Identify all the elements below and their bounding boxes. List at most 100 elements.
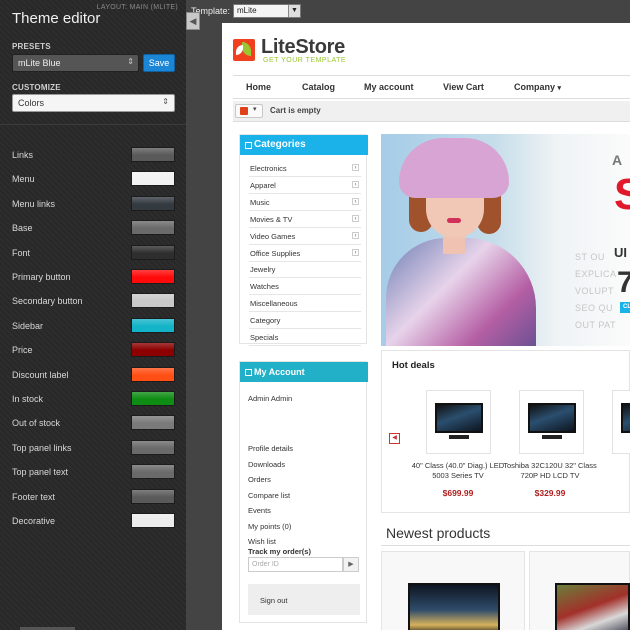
product-name[interactable]: 40" Class (40.0" Diag.) LED 5003 Series … xyxy=(410,461,506,481)
product-name[interactable]: Toshiba 32C120U 32" Class 720P HD LCD TV xyxy=(502,461,598,481)
account-link[interactable]: Compare list xyxy=(248,491,290,500)
banner-faint-line: OUT PAT xyxy=(575,320,617,330)
category-item[interactable]: Category xyxy=(249,312,361,330)
color-swatch[interactable] xyxy=(131,244,175,260)
category-item[interactable]: Jewelry xyxy=(249,261,361,279)
shopping-bag-icon xyxy=(240,107,248,115)
tv-icon xyxy=(435,403,483,433)
template-select[interactable]: mLite ▼ xyxy=(233,4,301,18)
promo-banner[interactable]: A S ST OU EXPLICA VOLUPT SEO QU OUT PAT UI 7… xyxy=(381,134,630,346)
hot-deals-title: Hot deals xyxy=(392,360,435,371)
color-option-row: Links xyxy=(0,147,186,165)
cart-bar: ▾ Cart is empty xyxy=(233,101,630,122)
color-swatch[interactable] xyxy=(131,342,175,358)
collapse-panel-button[interactable]: ◀ xyxy=(186,12,200,30)
order-go-button[interactable]: ▶ xyxy=(343,557,359,572)
category-item[interactable]: Apparel › xyxy=(249,177,361,194)
color-option-row: Secondary button xyxy=(0,293,186,311)
color-option-label: Decorative xyxy=(12,516,56,526)
category-label: Video Games xyxy=(250,231,296,241)
sign-out-button[interactable]: Sign out xyxy=(248,584,360,615)
banner-cta-button[interactable]: CL xyxy=(620,302,630,313)
cart-button[interactable]: ▾ xyxy=(235,104,263,118)
product-image[interactable] xyxy=(426,390,491,454)
carousel-prev-button[interactable]: ◀ xyxy=(389,433,400,444)
color-swatch[interactable] xyxy=(131,366,175,382)
color-option-label: Sidebar xyxy=(12,320,44,331)
category-item[interactable]: Movies & TV › xyxy=(249,211,361,228)
color-option-row: Footer text xyxy=(0,488,186,507)
category-item[interactable]: Office Supplies › xyxy=(249,245,361,262)
banner-text: A xyxy=(612,152,623,168)
nav-view-cart[interactable]: View Cart xyxy=(443,82,484,92)
chevron-right-icon: › xyxy=(352,231,359,239)
play-arrow-icon: ▶ xyxy=(348,561,354,568)
preset-select[interactable]: mLite Blue ⇕ xyxy=(12,54,139,72)
color-option-row: Top panel links xyxy=(0,439,186,458)
color-swatch[interactable] xyxy=(131,464,175,480)
save-button[interactable]: Save xyxy=(143,54,175,72)
customize-select[interactable]: Colors ⇕ xyxy=(12,94,175,112)
account-link[interactable]: Profile details xyxy=(248,444,293,453)
presets-label: PRESETS xyxy=(12,42,51,51)
color-swatch[interactable] xyxy=(131,147,175,162)
nav-my-account[interactable]: My account xyxy=(364,82,414,92)
banner-faint-line: VOLUPT xyxy=(575,286,615,296)
preset-value: mLite Blue xyxy=(18,58,61,68)
color-option-row: Top panel text xyxy=(0,464,186,482)
nav-home[interactable]: Home xyxy=(246,82,271,92)
order-id-input[interactable]: Order ID xyxy=(248,557,343,572)
color-swatch[interactable] xyxy=(131,293,175,309)
color-option-label: Price xyxy=(12,345,33,356)
category-item[interactable]: Watches xyxy=(249,278,361,296)
category-label: Music xyxy=(250,197,270,207)
section-divider xyxy=(381,545,630,546)
account-link[interactable]: Events xyxy=(248,506,271,515)
account-link[interactable]: My points (0) xyxy=(248,522,291,531)
color-swatch[interactable] xyxy=(131,220,175,236)
color-option-label: Footer text xyxy=(12,491,56,502)
nav-company[interactable]: Company ▾ xyxy=(514,82,561,92)
product-image[interactable] xyxy=(519,390,584,454)
category-item[interactable]: Miscellaneous xyxy=(249,295,361,313)
account-link[interactable]: Wish list xyxy=(248,537,276,546)
hot-deals-box: Hot deals ◀ 40" Class (40.0" Diag.) LED … xyxy=(381,350,630,513)
product-name[interactable]: X xyxy=(601,461,630,471)
color-swatch[interactable] xyxy=(131,195,175,211)
customize-label: CUSTOMIZE xyxy=(12,83,61,92)
color-swatch[interactable] xyxy=(131,391,175,406)
store-name[interactable]: LiteStore xyxy=(261,36,345,59)
banner-model-lips xyxy=(447,218,461,223)
color-swatch[interactable] xyxy=(131,488,175,504)
color-swatch[interactable] xyxy=(131,317,175,333)
product-image[interactable] xyxy=(612,390,630,454)
color-option-label: Top panel text xyxy=(12,467,69,478)
color-swatch[interactable] xyxy=(131,415,175,431)
account-link[interactable]: Orders xyxy=(248,475,271,484)
category-item[interactable]: Music › xyxy=(249,194,361,211)
template-value: mLite xyxy=(237,6,257,15)
tv-icon xyxy=(621,403,630,433)
track-order-label: Track my order(s) xyxy=(248,547,311,556)
color-swatch[interactable] xyxy=(131,269,175,284)
category-item[interactable]: Electronics › xyxy=(249,160,361,177)
color-option-row: Menu xyxy=(0,171,186,189)
category-label: Watches xyxy=(250,282,279,292)
color-option-label: In stock xyxy=(12,394,44,404)
color-swatch[interactable] xyxy=(131,513,175,528)
color-swatch[interactable] xyxy=(131,171,175,187)
account-link[interactable]: Downloads xyxy=(248,460,285,469)
banner-model-hat xyxy=(399,138,509,198)
color-swatch[interactable] xyxy=(131,439,175,455)
color-option-row: Menu links xyxy=(0,195,186,214)
editor-title: Theme editor xyxy=(12,10,101,27)
tv-icon xyxy=(528,403,576,433)
category-item[interactable]: Specials xyxy=(249,329,361,346)
logo-icon[interactable] xyxy=(233,39,255,61)
color-option-label: Menu links xyxy=(12,198,56,209)
color-option-row: Decorative xyxy=(0,513,186,531)
color-option-label: Primary button xyxy=(12,272,71,282)
category-item[interactable]: Video Games › xyxy=(249,228,361,245)
nav-catalog[interactable]: Catalog xyxy=(302,82,335,92)
color-option-label: Font xyxy=(12,247,31,258)
